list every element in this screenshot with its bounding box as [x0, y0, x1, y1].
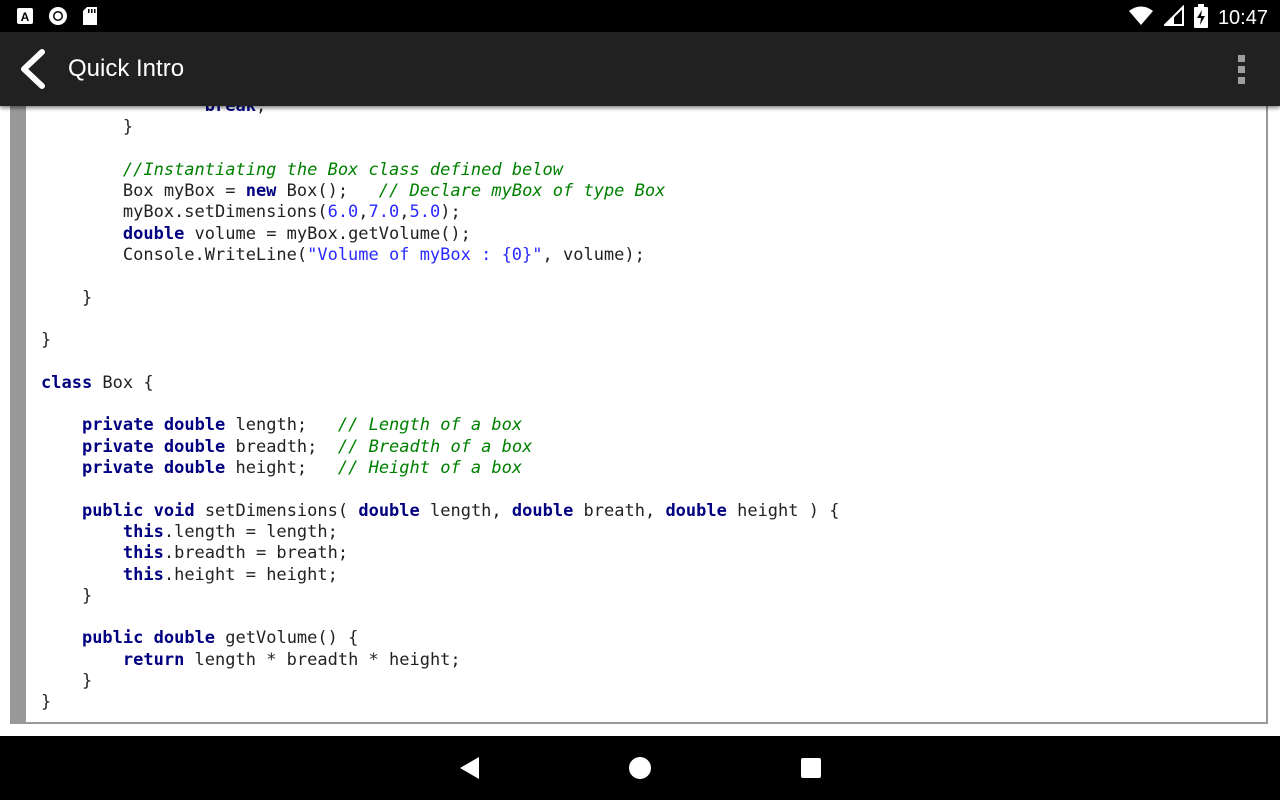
code-line: this.breadth = breath;	[122, 543, 349, 564]
content-area[interactable]: break; } //Instantiating the Box class d…	[0, 106, 1280, 736]
nav-home-button[interactable]	[626, 754, 654, 782]
navigation-bar	[0, 736, 1280, 800]
back-button[interactable]	[14, 48, 54, 90]
status-clock: 10:47	[1217, 7, 1268, 29]
nav-recents-button[interactable]	[797, 754, 825, 782]
code-line: this.length = length;	[122, 521, 338, 542]
code-line: this.height = height;	[122, 564, 338, 585]
code-line: class Box {	[41, 372, 154, 393]
status-bar: A 10:47	[0, 0, 1280, 32]
wifi-icon	[1128, 5, 1154, 31]
battery-charging-icon	[1193, 4, 1208, 32]
code-line: double volume = myBox.getVolume();	[122, 223, 471, 244]
code-line: break;	[204, 106, 267, 116]
code-line: private double length; // Length of a bo…	[81, 415, 523, 436]
app-bar: Quick Intro	[0, 32, 1280, 106]
signal-icon	[1162, 4, 1184, 31]
overflow-menu-button[interactable]	[1232, 52, 1252, 86]
code-block: break; } //Instantiating the Box class d…	[41, 106, 839, 714]
code-line: Box myBox = new Box(); // Declare myBox …	[41, 181, 666, 202]
code-line: public double getVolume() {	[81, 628, 359, 649]
code-line: public void setDimensions( double length…	[81, 500, 840, 521]
svg-text:A: A	[21, 10, 30, 24]
code-line: private double height; // Height of a bo…	[81, 458, 523, 479]
code-line: Console.WriteLine("Volume of myBox : {0}…	[41, 245, 645, 266]
code-line: //Instantiating the Box class defined be…	[122, 159, 563, 180]
more-vert-icon	[1238, 55, 1245, 84]
code-line: }	[41, 692, 52, 713]
status-left-icons: A	[16, 6, 98, 30]
chevron-left-icon	[21, 49, 45, 89]
code-line: return length * breadth * height;	[122, 649, 461, 670]
code-line: }	[41, 117, 134, 138]
nav-home-icon	[629, 757, 651, 779]
code-line: myBox.setDimensions(6.0,7.0,5.0);	[41, 202, 461, 223]
code-line: }	[41, 287, 93, 308]
code-line: }	[41, 330, 52, 351]
code-line: private double breadth; // Breadth of a …	[81, 436, 533, 457]
text-a-icon: A	[16, 7, 34, 29]
circle-icon	[48, 6, 68, 30]
page-title: Quick Intro	[68, 55, 185, 82]
status-right-icons: 10:47	[1128, 4, 1268, 32]
nav-back-icon	[460, 757, 479, 779]
code-line: }	[41, 585, 93, 606]
nav-back-button[interactable]	[456, 754, 484, 782]
sd-card-icon	[82, 6, 98, 30]
code-line: }	[41, 671, 93, 692]
nav-recents-icon	[801, 758, 821, 778]
